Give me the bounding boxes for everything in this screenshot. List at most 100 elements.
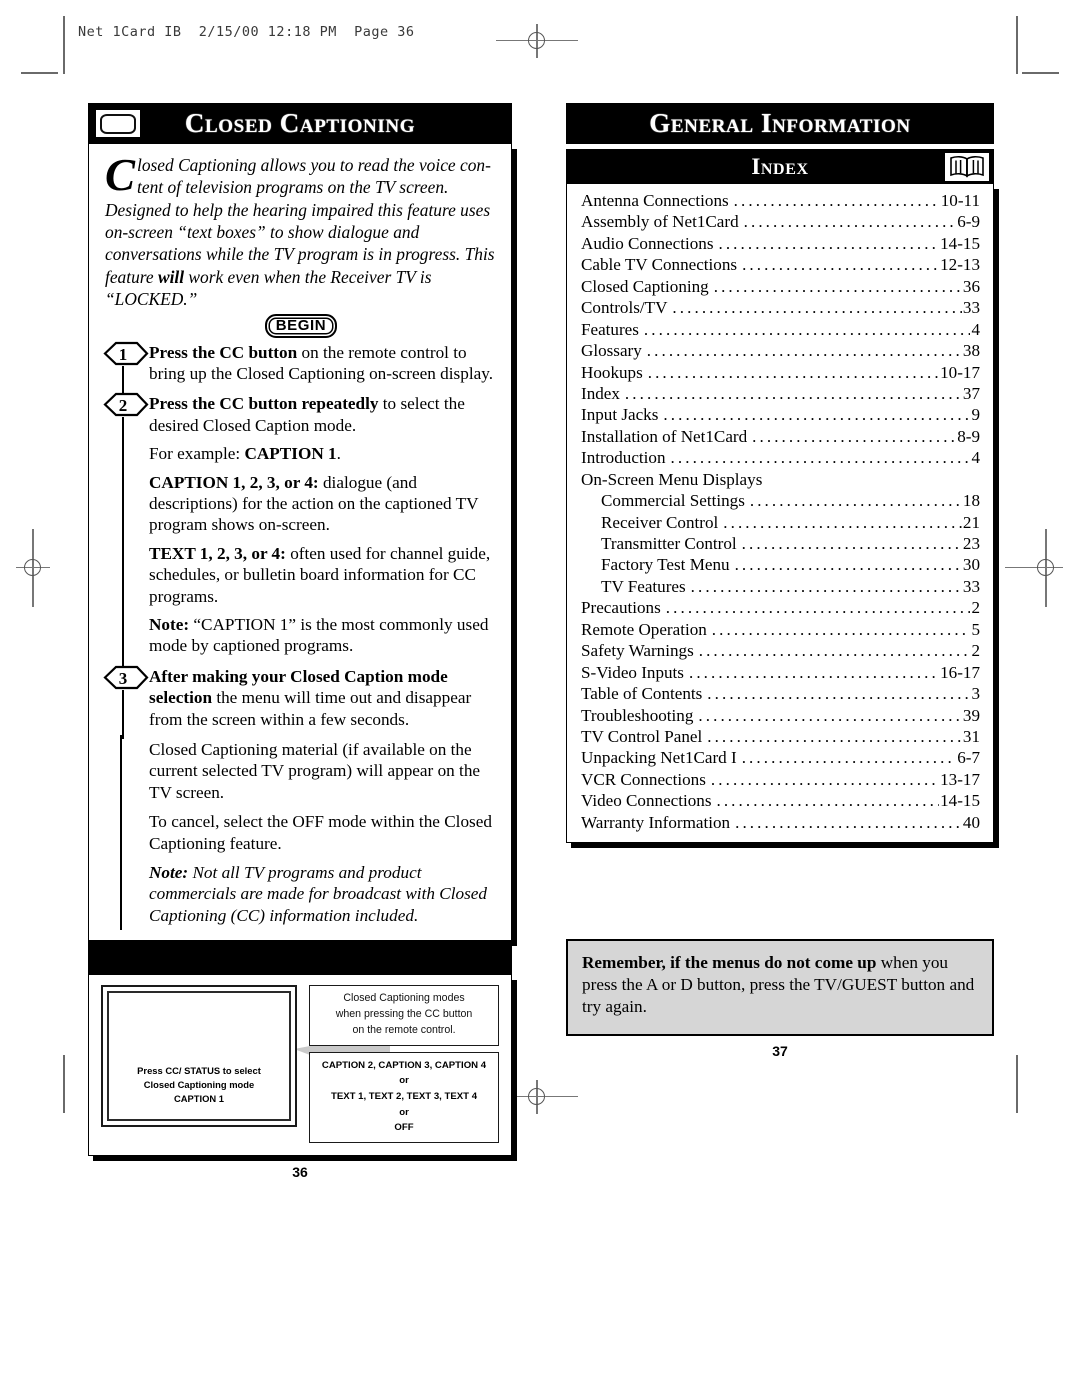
- index-entry-page: 4: [971, 319, 980, 339]
- intro-paragraph: Closed Captioning allows you to read the…: [105, 153, 497, 311]
- callout-description-line-3: on the remote control.: [352, 1024, 456, 1037]
- tv-screen-inner: Press CC/ STATUS to select Closed Captio…: [107, 991, 291, 1122]
- index-entry[interactable]: S-Video Inputs..........................…: [581, 662, 980, 683]
- step-2-note: Note: “CAPTION 1” is the most commonly u…: [149, 614, 497, 657]
- step-3-marker-icon: 3: [103, 665, 151, 690]
- step-3-rail: [122, 689, 125, 740]
- step-1-text: Press the CC button on the remote contro…: [149, 342, 497, 385]
- index-entry[interactable]: Input Jacks.............................…: [581, 404, 980, 425]
- index-entry-name: Installation of Net1Card: [581, 426, 748, 446]
- callout-modes-list: CAPTION 2, CAPTION 3, CAPTION 4 or TEXT …: [309, 1051, 499, 1143]
- index-dot-leader: ........................................…: [707, 726, 962, 746]
- index-entry[interactable]: Commercial Settings.....................…: [581, 490, 980, 511]
- index-dot-leader: ........................................…: [723, 512, 962, 532]
- index-entry[interactable]: Troubleshooting.........................…: [581, 705, 980, 726]
- index-entry-name: Glossary: [581, 341, 642, 361]
- begin-badge-wrap: BEGIN: [105, 313, 497, 338]
- index-entry-page: 10-11: [940, 191, 980, 210]
- step-2-marker-icon: 2: [103, 392, 151, 417]
- index-entry[interactable]: Closed Captioning.......................…: [581, 276, 980, 297]
- crop-mark-top-right-vertical: [1016, 16, 1018, 74]
- index-entry-name: Transmitter Control: [601, 534, 737, 553]
- tail-rail-1: [120, 735, 123, 808]
- index-entry[interactable]: VCR Connections.........................…: [581, 769, 980, 790]
- remember-note-box: Remember, if the menus do not come up wh…: [566, 939, 994, 1036]
- remember-bold: Remember, if the menus do not come up: [582, 953, 877, 973]
- index-dot-leader: ........................................…: [718, 233, 939, 253]
- general-information-banner: General Information: [566, 103, 994, 144]
- index-entry[interactable]: Glossary................................…: [581, 340, 980, 361]
- index-entry-page: 23: [962, 534, 980, 553]
- index-entry[interactable]: Safety Warnings.........................…: [581, 640, 980, 661]
- osd-line-1: Press CC/ STATUS to select: [137, 1065, 261, 1077]
- svg-text:2: 2: [119, 396, 128, 415]
- right-page: General Information Index Antenna Connec…: [566, 103, 994, 1059]
- crop-mark-bottom-left-vertical: [63, 1055, 65, 1113]
- index-entry[interactable]: Cable TV Connections....................…: [581, 254, 980, 275]
- index-entry-name: Troubleshooting: [581, 705, 694, 725]
- index-entry[interactable]: Video Connections.......................…: [581, 790, 980, 811]
- index-entry[interactable]: Warranty Information....................…: [581, 812, 980, 833]
- index-dot-leader: ........................................…: [688, 662, 939, 682]
- index-entry[interactable]: Unpacking Net1Card I....................…: [581, 747, 980, 768]
- step-2-example: For example: CAPTION 1.: [149, 443, 497, 464]
- index-entry[interactable]: Audio Connections.......................…: [581, 233, 980, 254]
- index-dot-leader: ........................................…: [710, 769, 939, 789]
- index-entry[interactable]: Index...................................…: [581, 383, 980, 404]
- crop-mark-top-right-horizontal: [1022, 72, 1059, 74]
- index-entry-page: 40: [962, 812, 980, 832]
- caption-modes-bold: CAPTION 1, 2, 3, or 4:: [149, 472, 319, 492]
- index-entry[interactable]: TV Control Panel........................…: [581, 726, 980, 747]
- registration-mark-bottom-center: [496, 1080, 578, 1114]
- index-entry-page: 12-13: [940, 255, 980, 275]
- index-title: Index: [751, 154, 809, 179]
- index-dot-leader: ........................................…: [663, 405, 970, 425]
- index-dot-leader: ........................................…: [733, 191, 940, 210]
- index-entry[interactable]: Installation of Net1Card................…: [581, 426, 980, 447]
- tail-paragraph-1-text: Closed Captioning material (if available…: [149, 740, 481, 802]
- index-dot-leader: ........................................…: [646, 341, 962, 361]
- index-entry-name: Precautions: [581, 598, 661, 618]
- tail-rail-2: [120, 807, 123, 859]
- index-entry-page: 3: [971, 684, 980, 704]
- index-entry[interactable]: Table of Contents.......................…: [581, 683, 980, 704]
- index-entry-page: 33: [962, 298, 980, 318]
- index-entry-name: Features: [581, 319, 639, 339]
- left-page-number: 36: [292, 1163, 308, 1180]
- final-note: Note: Not all TV programs and product co…: [105, 858, 497, 931]
- index-entry[interactable]: Hookups.................................…: [581, 362, 980, 383]
- index-entry[interactable]: Transmitter Control.....................…: [581, 533, 980, 554]
- index-dot-leader: ........................................…: [741, 534, 962, 553]
- intro-line1: losed Captioning allows you to read the …: [137, 155, 491, 175]
- index-dot-leader: ........................................…: [735, 812, 962, 832]
- index-entry-name: S-Video Inputs: [581, 662, 684, 682]
- step-2-text: Press the CC button repeatedly to select…: [149, 393, 497, 436]
- index-entry[interactable]: Assembly of Net1Card....................…: [581, 211, 980, 232]
- index-dot-leader: ........................................…: [672, 298, 962, 318]
- index-entry[interactable]: Introduction............................…: [581, 447, 980, 468]
- callout-modes-line-4: or: [399, 1106, 409, 1118]
- index-banner: Index: [566, 149, 994, 184]
- left-page-black-band: [88, 941, 512, 976]
- index-entry[interactable]: Factory Test Menu.......................…: [581, 554, 980, 575]
- step-2-example-suffix: .: [336, 444, 341, 464]
- index-entry[interactable]: Features................................…: [581, 319, 980, 340]
- callout-description-line-1: Closed Captioning modes: [343, 992, 465, 1005]
- index-entry[interactable]: Receiver Control........................…: [581, 512, 980, 533]
- index-entry-name: Assembly of Net1Card: [581, 212, 739, 232]
- step-2-caption-modes: CAPTION 1, 2, 3, or 4: dialogue (and des…: [149, 472, 497, 536]
- index-entry[interactable]: Precautions.............................…: [581, 597, 980, 618]
- step-2: 2 Press the CC button repeatedly to sele…: [103, 392, 497, 666]
- index-entry[interactable]: Controls/TV.............................…: [581, 297, 980, 318]
- index-entry[interactable]: On-Screen Menu Displays.................…: [581, 469, 980, 490]
- scan-header-text: Net 1Card IB 2/15/00 12:18 PM Page 36: [78, 24, 415, 40]
- index-entry-page: 16-17: [940, 662, 980, 682]
- index-entry[interactable]: TV Features.............................…: [581, 576, 980, 597]
- final-note-text: Not all TV programs and product commerci…: [149, 863, 487, 925]
- index-entry-page: 21: [962, 512, 980, 532]
- index-entry-page: 38: [962, 341, 980, 361]
- step-2-example-bold: CAPTION 1: [244, 444, 337, 464]
- index-entry[interactable]: Remote Operation........................…: [581, 619, 980, 640]
- tail-paragraph-2: To cancel, select the OFF mode within th…: [105, 807, 497, 859]
- index-entry[interactable]: Antenna Connections.....................…: [581, 190, 980, 211]
